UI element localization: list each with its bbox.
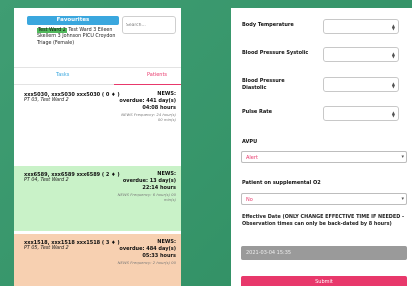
chevron-down-icon: ▾ <box>401 196 404 202</box>
stepper-icon[interactable]: ▲ ▼ <box>392 24 395 31</box>
patient-location: PT 05, Test Ward 2 <box>24 246 69 251</box>
news-label: NEWS: <box>157 171 176 177</box>
pulse-rate-label: Pulse Rate <box>242 109 273 115</box>
bp-diastolic-input[interactable]: ▲ ▼ <box>323 77 399 92</box>
stepper-icon[interactable]: ▲ ▼ <box>392 82 395 89</box>
bp-systolic-input[interactable]: ▲ ▼ <box>323 47 399 62</box>
patient-location: PT 03, Test Ward 2 <box>24 98 69 103</box>
submit-button[interactable]: Submit <box>241 276 407 286</box>
body-temperature-input[interactable]: ▲ ▼ <box>323 19 399 34</box>
stepper-icon[interactable]: ▲ ▼ <box>392 111 395 118</box>
overdue-text: overdue: 13 day(s) 22:14 hours <box>122 178 176 191</box>
news-label: NEWS: <box>157 239 176 245</box>
patient-row[interactable]: xxx5030, xxx5030 xxx5030 ( 0 ♦ ) PT 03, … <box>14 86 181 163</box>
o2-select[interactable]: No ▾ <box>241 193 407 205</box>
news-frequency: NEWS Frequency: 6 hour(s) 00 min(s) <box>117 192 176 202</box>
search-input[interactable] <box>122 16 176 34</box>
news-label: NEWS: <box>157 91 176 97</box>
avpu-value: Alert <box>246 155 258 161</box>
news-frequency: NEWS Frequency: 24 hour(s) 00 min(s) <box>121 112 176 122</box>
patient-list-panel: Favourites Test Ward 2 Test Ward 3 Eilee… <box>14 8 181 286</box>
patient-location: PT 04, Test Ward 2 <box>24 178 69 183</box>
pulse-rate-input[interactable]: ▲ ▼ <box>323 106 399 121</box>
overdue-text: overdue: 441 day(s) 04:08 hours <box>119 98 176 111</box>
news-frequency: NEWS Frequency: 2 hour(s) 00 <box>117 260 176 265</box>
tab-tasks[interactable]: Tasks <box>56 72 69 78</box>
favourites-section: Favourites Test Ward 2 Test Ward 3 Eilee… <box>14 8 181 68</box>
tab-bar: Tasks Patients <box>14 68 181 85</box>
o2-label: Patient on supplemental O2 <box>242 180 321 186</box>
favourites-title: Favourites <box>27 16 119 25</box>
chevron-down-icon: ▾ <box>401 154 404 160</box>
patient-row[interactable]: xxx1518, xxx1518 xxx1518 ( 3 ♦ ) PT 05, … <box>14 234 181 286</box>
tab-patients[interactable]: Patients <box>147 72 167 78</box>
body-temperature-label: Body Temperature <box>242 22 294 28</box>
effective-date-label: Effective Date (ONLY CHANGE EFFECTIVE TI… <box>242 214 404 227</box>
patient-row[interactable]: xxx6589, xxx6589 xxx6589 ( 2 ♦ ) PT 04, … <box>14 166 181 231</box>
avpu-select[interactable]: Alert ▾ <box>241 151 407 163</box>
ward-selected[interactable]: Test Ward 2 <box>37 28 67 33</box>
news-status: NEWS: overdue: 441 day(s) 04:08 hours NE… <box>116 91 176 122</box>
avpu-label: AVPU <box>242 139 258 145</box>
favourite-wards: Test Ward 2 Test Ward 3 Eileen Skellern … <box>37 28 121 47</box>
active-tab-indicator <box>114 84 181 85</box>
observation-form: Body Temperature ▲ ▼ Blood Pressure Systo… <box>231 8 412 286</box>
effective-date-field[interactable]: 2021-03-04 15:35 <box>241 246 407 260</box>
app-background: Favourites Test Ward 2 Test Ward 3 Eilee… <box>0 0 412 286</box>
bp-systolic-label: Blood Pressure Systolic <box>242 50 309 56</box>
o2-value: No <box>246 197 253 203</box>
stepper-icon[interactable]: ▲ ▼ <box>392 52 395 59</box>
news-status: NEWS: overdue: 13 day(s) 22:14 hours NEW… <box>116 171 176 202</box>
bp-diastolic-label: Blood Pressure Diastolic <box>242 78 285 91</box>
overdue-text: overdue: 484 day(s) 05:33 hours <box>119 246 176 259</box>
news-status: NEWS: overdue: 484 day(s) 05:33 hours NE… <box>116 239 176 265</box>
